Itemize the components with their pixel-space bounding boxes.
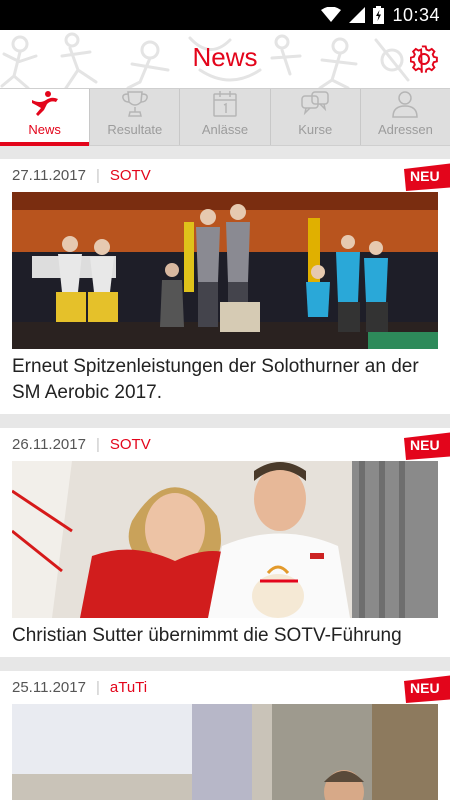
news-title: Christian Sutter übernimmt die SOTV-Führ… [12, 625, 402, 646]
news-category: SOTV [109, 166, 151, 184]
gear-icon[interactable] [409, 45, 438, 73]
tab-bar: News Resultate Anlässe Kurse Adressen [0, 88, 450, 146]
divider: | [95, 166, 100, 184]
tab-adressen[interactable]: Adressen [359, 89, 450, 145]
person-icon [392, 91, 419, 118]
signal-icon [349, 7, 366, 23]
news-image [12, 461, 438, 618]
app-header: News [0, 30, 450, 88]
tab-label: News [28, 122, 61, 137]
news-meta: 26.11.2017 | SOTV [0, 428, 450, 460]
news-card[interactable]: 27.11.2017 | SOTV NEU Erneut Spitzenleis… [0, 159, 450, 414]
wifi-icon [321, 7, 342, 23]
news-meta: 27.11.2017 | SOTV [0, 159, 450, 191]
tab-label: Kurse [298, 122, 333, 137]
athlete-icon [31, 91, 58, 116]
tab-kurse[interactable]: Kurse [269, 89, 360, 145]
divider: | [95, 435, 100, 453]
new-badge: NEU [404, 675, 450, 703]
news-category: SOTV [109, 435, 151, 453]
new-badge: NEU [404, 163, 450, 191]
tab-resultate[interactable]: Resultate [89, 89, 179, 145]
clock: 10:34 [392, 4, 440, 25]
news-card[interactable]: 25.11.2017 | aTuTi NEU [0, 671, 450, 800]
calendar-icon [213, 91, 237, 117]
tab-label: Resultate [107, 122, 163, 137]
trophy-icon [121, 91, 148, 117]
tab-label: Anlässe [201, 122, 249, 137]
page-title: News [192, 42, 258, 72]
news-date: 25.11.2017 [12, 678, 86, 696]
news-category: aTuTi [109, 678, 148, 696]
news-card[interactable]: 26.11.2017 | SOTV NEU Christian Sutter ü… [0, 428, 450, 657]
news-title: Erneut Spitzenleistungen der Solothurner… [12, 356, 419, 403]
divider: | [95, 678, 100, 696]
battery-charging-icon [373, 6, 385, 24]
chat-icon [301, 91, 329, 116]
tab-news[interactable]: News [0, 89, 90, 146]
news-image [12, 192, 438, 349]
tab-label: Adressen [377, 122, 433, 137]
news-date: 27.11.2017 [12, 166, 86, 184]
news-date: 26.11.2017 [12, 435, 86, 453]
status-bar: 10:34 [0, 0, 450, 30]
tab-anlaesse[interactable]: Anlässe [179, 89, 269, 145]
news-meta: 25.11.2017 | aTuTi [0, 671, 450, 703]
new-badge: NEU [404, 432, 450, 460]
news-image [12, 704, 438, 800]
